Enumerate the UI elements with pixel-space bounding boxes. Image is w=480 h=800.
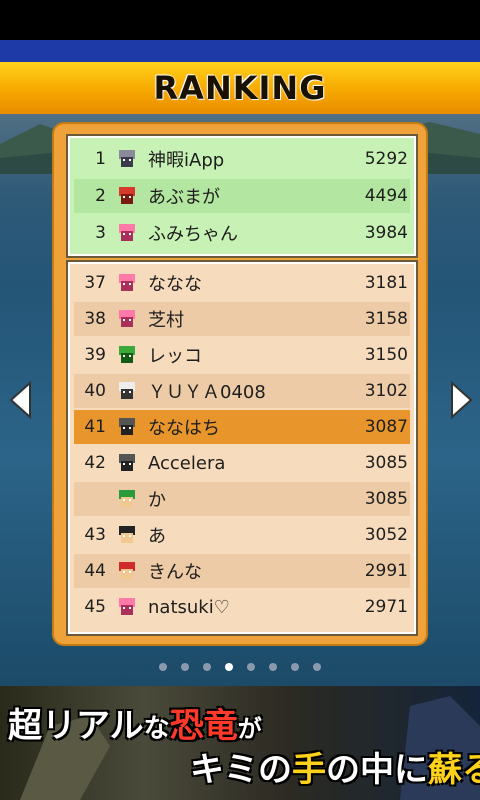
nearby_ranks-row: 41 ななはち 3087 bbox=[74, 410, 410, 444]
player-score: 3087 bbox=[364, 417, 408, 437]
pink-girl-avatar-icon bbox=[116, 596, 138, 618]
rank-number: 1 bbox=[95, 149, 106, 169]
player-name: か bbox=[148, 490, 166, 511]
top_ranks-row: 2 あぶまが 4494 bbox=[74, 179, 410, 213]
rank-number: 42 bbox=[84, 453, 106, 473]
player-name: ふみちゃん bbox=[148, 224, 238, 245]
nearby_ranks-row: か 3085 bbox=[74, 482, 410, 516]
page-dot[interactable] bbox=[159, 663, 167, 671]
player-name: あ bbox=[148, 526, 166, 547]
player-score: 3150 bbox=[364, 345, 408, 365]
page-dot[interactable] bbox=[203, 663, 211, 671]
pink-girl-avatar-icon bbox=[116, 222, 138, 244]
pink-girl-avatar-icon bbox=[116, 272, 138, 294]
player-name: 神暇iApp bbox=[148, 150, 225, 171]
header-strip bbox=[0, 40, 480, 62]
skull-avatar-icon bbox=[116, 380, 138, 402]
player-name: ななはち bbox=[148, 418, 220, 439]
top-ranks-box: 1 神暇iApp 5292 2 あぶまが 4494 3 ふみちゃん 3984 bbox=[68, 136, 416, 256]
previous-page-arrow-icon[interactable] bbox=[8, 380, 34, 420]
nearby_ranks-row: 39 レッコ 3150 bbox=[74, 338, 410, 372]
rank-number: 38 bbox=[84, 309, 106, 329]
gray-cat-avatar-icon bbox=[116, 148, 138, 170]
page-dot[interactable] bbox=[181, 663, 189, 671]
top_ranks-row: 1 神暇iApp 5292 bbox=[74, 142, 410, 176]
red-cap-avatar-icon bbox=[116, 560, 138, 582]
nearby_ranks-row: 45 natsuki♡ 2971 bbox=[74, 590, 410, 624]
status-bar bbox=[0, 0, 480, 40]
player-score: 3984 bbox=[364, 223, 408, 243]
nearby_ranks-row: 38 芝村 3158 bbox=[74, 302, 410, 336]
player-score: 3181 bbox=[364, 273, 408, 293]
green-cap-avatar-icon bbox=[116, 488, 138, 510]
rank-number: 44 bbox=[84, 561, 106, 581]
rank-number: 3 bbox=[95, 223, 106, 243]
nearby_ranks-row: 37 ななな 3181 bbox=[74, 266, 410, 300]
page-dot[interactable] bbox=[313, 663, 321, 671]
player-name: きんな bbox=[148, 562, 202, 583]
player-score: 2971 bbox=[364, 597, 408, 617]
next-page-arrow-icon[interactable] bbox=[448, 380, 474, 420]
player-name: 芝村 bbox=[148, 310, 184, 331]
title-band: RANKING bbox=[0, 62, 480, 114]
rank-number: 43 bbox=[84, 525, 106, 545]
top_ranks-row: 3 ふみちゃん 3984 bbox=[74, 216, 410, 250]
player-score: 3158 bbox=[364, 309, 408, 329]
page-dot[interactable] bbox=[291, 663, 299, 671]
player-name: ななな bbox=[148, 274, 202, 295]
page-title: RANKING bbox=[153, 69, 327, 107]
ad-banner[interactable]: 超リアルな恐竜が キミの手の中に蘇る bbox=[0, 686, 480, 800]
nearby_ranks-row: 42 Accelera 3085 bbox=[74, 446, 410, 480]
player-score: 2991 bbox=[364, 561, 408, 581]
rank-number: 2 bbox=[95, 186, 106, 206]
player-score: 3052 bbox=[364, 525, 408, 545]
red-dino-avatar-icon bbox=[116, 185, 138, 207]
player-name: ＹＵＹＡ0408 bbox=[148, 382, 266, 403]
rank-number: 41 bbox=[84, 417, 106, 437]
nearby_ranks-row: 43 あ 3052 bbox=[74, 518, 410, 552]
banner-line2: キミの手の中に蘇る bbox=[190, 750, 480, 790]
banner-line1: 超リアルな恐竜が bbox=[8, 706, 262, 746]
rank-number: 45 bbox=[84, 597, 106, 617]
player-score: 5292 bbox=[364, 149, 408, 169]
page-dot[interactable] bbox=[269, 663, 277, 671]
green-frog-avatar-icon bbox=[116, 344, 138, 366]
masked-avatar-icon bbox=[116, 452, 138, 474]
player-score: 3102 bbox=[364, 381, 408, 401]
player-name: レッコ bbox=[148, 346, 202, 367]
rank-number: 40 bbox=[84, 381, 106, 401]
ranking-panel: 1 神暇iApp 5292 2 あぶまが 4494 3 ふみちゃん 3984 37 ななな 3181… bbox=[54, 124, 426, 644]
player-name: Accelera bbox=[148, 452, 226, 474]
player-score: 4494 bbox=[364, 186, 408, 206]
nearby_ranks-row: 44 きんな 2991 bbox=[74, 554, 410, 588]
page-indicator bbox=[0, 660, 480, 674]
rank-number: 39 bbox=[84, 345, 106, 365]
player-name: natsuki♡ bbox=[148, 596, 230, 618]
nearby_ranks-row: 40 ＹＵＹＡ0408 3102 bbox=[74, 374, 410, 408]
pink-girl-avatar-icon bbox=[116, 308, 138, 330]
black-hair-avatar-icon bbox=[116, 524, 138, 546]
page-dot[interactable] bbox=[225, 663, 233, 671]
masked-avatar-icon bbox=[116, 416, 138, 438]
player-score: 3085 bbox=[364, 489, 408, 509]
page-dot[interactable] bbox=[247, 663, 255, 671]
player-score: 3085 bbox=[364, 453, 408, 473]
nearby-ranks-box: 37 ななな 3181 38 芝村 3158 39 レッコ 3150 40 ＹＵＹＡ0408 3102… bbox=[68, 262, 416, 634]
rank-number: 37 bbox=[84, 273, 106, 293]
player-name: あぶまが bbox=[148, 187, 220, 208]
